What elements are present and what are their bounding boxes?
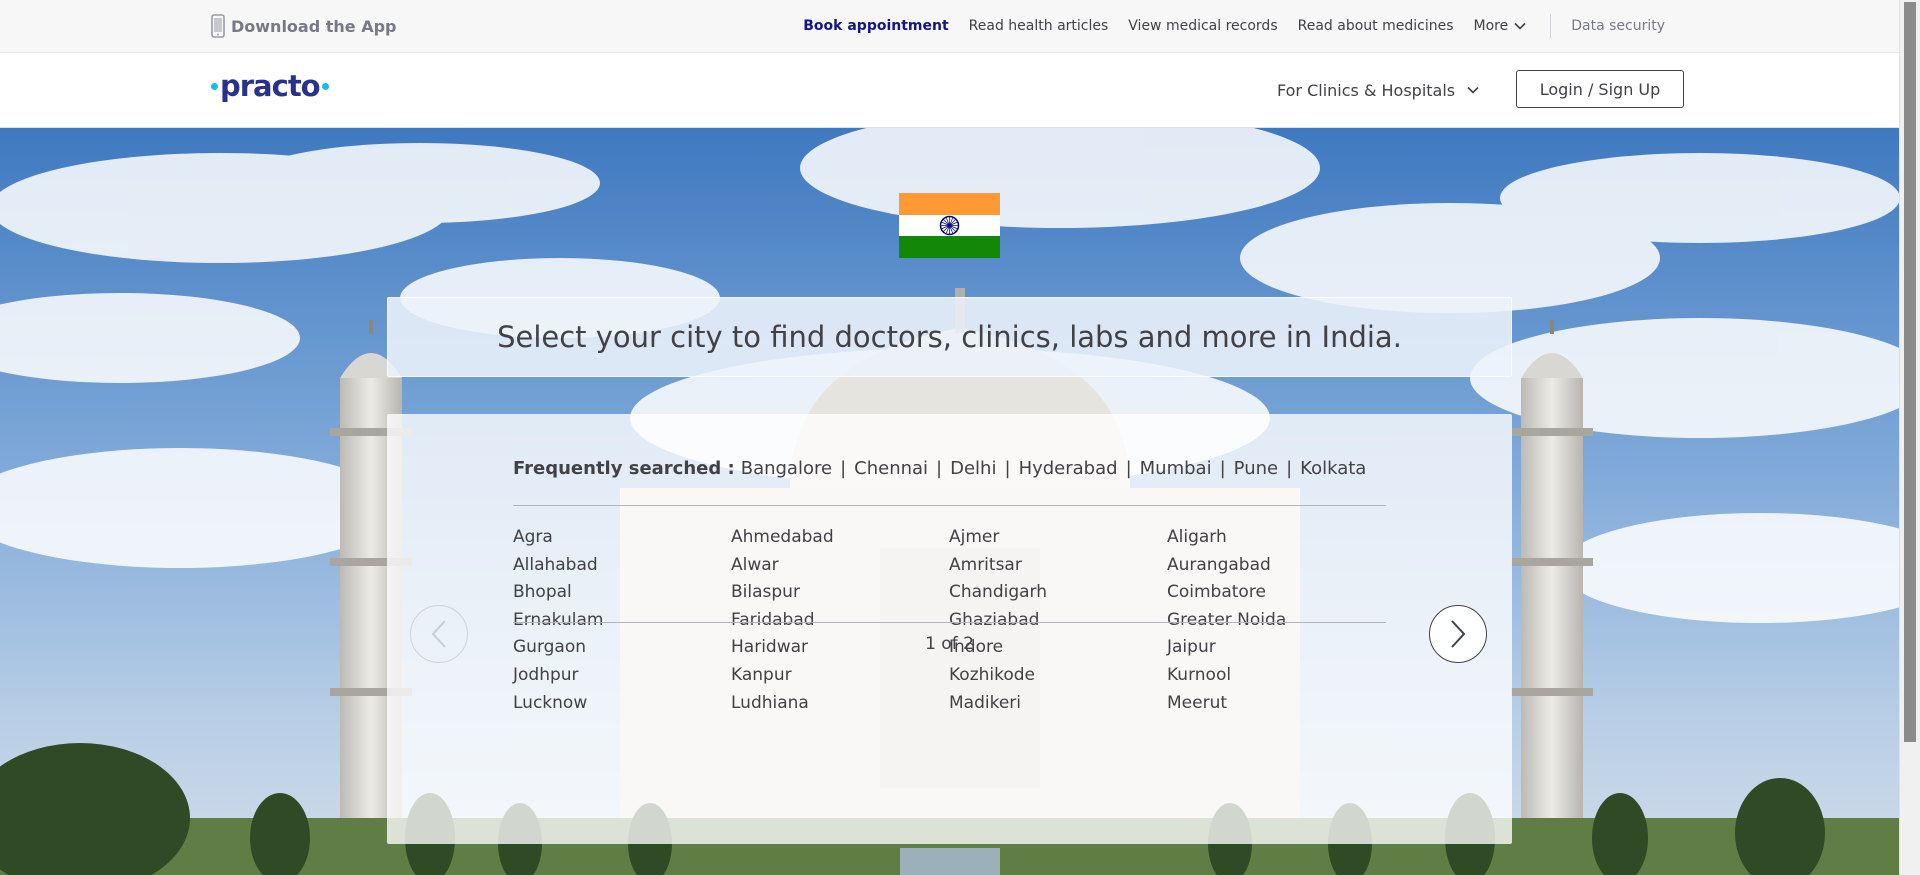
- city-link[interactable]: Greater Noida: [1167, 607, 1385, 635]
- chevron-left-icon: [431, 620, 446, 648]
- divider-bottom: [513, 622, 1386, 623]
- chevron-right-icon: [1451, 620, 1466, 648]
- scrollbar-thumb[interactable]: [1904, 2, 1916, 742]
- india-flag: [899, 193, 1000, 258]
- city-link[interactable]: Aurangabad: [1167, 552, 1385, 580]
- nav-divider: [1550, 14, 1552, 38]
- city-link[interactable]: Kanpur: [731, 662, 949, 690]
- separator: |: [1286, 458, 1293, 479]
- city-link[interactable]: Meerut: [1167, 690, 1385, 718]
- clinics-hospitals-dropdown[interactable]: For Clinics & Hospitals: [1277, 77, 1479, 103]
- chevron-down-icon: [1514, 22, 1526, 30]
- download-app-label: Download the App: [231, 16, 397, 36]
- medical-records-link[interactable]: View medical records: [1128, 18, 1277, 34]
- login-signup-button[interactable]: Login / Sign Up: [1516, 70, 1684, 108]
- city-link[interactable]: Faridabad: [731, 607, 949, 635]
- frequent-city-pune[interactable]: Pune: [1234, 458, 1278, 479]
- city-link[interactable]: Lucknow: [513, 690, 731, 718]
- frequent-city-hyderabad[interactable]: Hyderabad: [1019, 458, 1118, 479]
- download-app-link[interactable]: Download the App: [211, 13, 397, 39]
- frequent-city-bangalore[interactable]: Bangalore: [741, 458, 832, 479]
- logo-dot-right: [321, 82, 329, 90]
- headline-box: Select your city to find doctors, clinic…: [387, 297, 1512, 377]
- logo-dot-left: [211, 82, 218, 90]
- medicines-link[interactable]: Read about medicines: [1298, 18, 1454, 34]
- city-link[interactable]: Bilaspur: [731, 579, 949, 607]
- phone-icon: [211, 14, 225, 38]
- frequent-city-kolkata[interactable]: Kolkata: [1300, 458, 1366, 479]
- city-link[interactable]: Bhopal: [513, 579, 731, 607]
- city-link[interactable]: Ghaziabad: [949, 607, 1167, 635]
- data-security-link[interactable]: Data security: [1571, 18, 1665, 34]
- previous-page-button[interactable]: [410, 605, 468, 663]
- city-link[interactable]: Ajmer: [949, 524, 1167, 552]
- city-link[interactable]: Chandigarh: [949, 579, 1167, 607]
- city-link[interactable]: Kozhikode: [949, 662, 1167, 690]
- page-scrollbar[interactable]: [1899, 0, 1920, 875]
- next-page-button[interactable]: [1429, 605, 1487, 663]
- city-link[interactable]: Jodhpur: [513, 662, 731, 690]
- book-appointment-link[interactable]: Book appointment: [803, 18, 948, 34]
- clinics-dropdown-label: For Clinics & Hospitals: [1277, 80, 1456, 100]
- city-link[interactable]: Ernakulam: [513, 607, 731, 635]
- city-link[interactable]: Allahabad: [513, 552, 731, 580]
- separator: |: [1004, 458, 1011, 479]
- frequent-city-delhi[interactable]: Delhi: [950, 458, 996, 479]
- page-indicator: 1 of 2: [925, 634, 974, 654]
- main-header: practo For Clinics & Hospitals Login / S…: [0, 53, 1899, 128]
- city-list: Agra Ahmedabad Ajmer Aligarh Allahabad A…: [513, 524, 1393, 717]
- frequently-searched-label: Frequently searched :: [513, 458, 735, 479]
- more-dropdown[interactable]: More: [1474, 18, 1527, 34]
- city-link[interactable]: Madikeri: [949, 690, 1167, 718]
- chevron-down-icon: [1467, 86, 1479, 94]
- city-link[interactable]: Coimbatore: [1167, 579, 1385, 607]
- separator: |: [936, 458, 943, 479]
- divider-top: [513, 505, 1386, 506]
- top-utility-bar: Download the App Book appointment Read h…: [0, 0, 1899, 53]
- logo-text: practo: [220, 69, 321, 103]
- top-nav: Book appointment Read health articles Vi…: [803, 0, 1665, 52]
- health-articles-link[interactable]: Read health articles: [969, 18, 1109, 34]
- city-link[interactable]: Amritsar: [949, 552, 1167, 580]
- city-link[interactable]: Ludhiana: [731, 690, 949, 718]
- frequently-searched: Frequently searched : Bangalore | Chennai | D…: [513, 458, 1366, 479]
- page-headline: Select your city to find doctors, clinic…: [497, 320, 1402, 354]
- city-link[interactable]: Alwar: [731, 552, 949, 580]
- hero-section: Select your city to find doctors, clinic…: [0, 128, 1899, 875]
- city-link[interactable]: Ahmedabad: [731, 524, 949, 552]
- more-label: More: [1473, 18, 1509, 34]
- frequent-city-mumbai[interactable]: Mumbai: [1140, 458, 1212, 479]
- separator: |: [840, 458, 847, 479]
- separator: |: [1219, 458, 1226, 479]
- city-link[interactable]: Aligarh: [1167, 524, 1385, 552]
- frequent-city-chennai[interactable]: Chennai: [854, 458, 928, 479]
- city-link[interactable]: Agra: [513, 524, 731, 552]
- practo-logo[interactable]: practo: [211, 69, 329, 103]
- city-selector-panel: Frequently searched : Bangalore | Chennai | D…: [387, 414, 1512, 844]
- separator: |: [1125, 458, 1132, 479]
- city-link[interactable]: Kurnool: [1167, 662, 1385, 690]
